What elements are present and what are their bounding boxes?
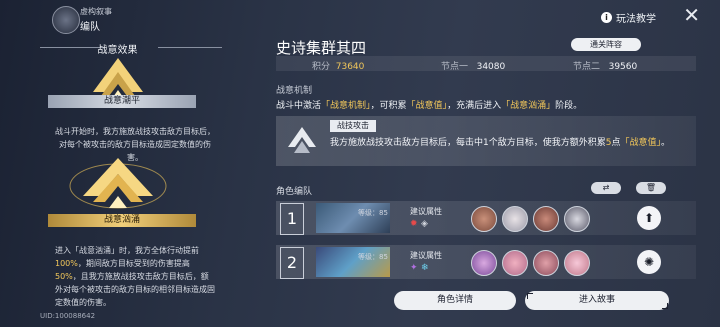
fire-element-icon: ✹ [410, 219, 418, 229]
page-title: 编队 [80, 22, 100, 33]
recommended-team-button[interactable]: 通关阵容 [571, 38, 641, 51]
close-icon[interactable]: ✕ [683, 5, 700, 25]
mechanic-text: 战斗中激活「战意机制」，可积累「战意值」，充满后进入「战意汹涌」阶段。 [276, 101, 583, 111]
enter-story-label: 进入故事 [578, 295, 615, 305]
state-surge-bar: 战意汹涌 [48, 214, 196, 227]
enter-story-button[interactable]: 进入故事 [525, 291, 669, 310]
help-label: 玩法教学 [616, 14, 656, 25]
character-avatar[interactable] [502, 206, 528, 232]
character-avatar[interactable] [564, 250, 590, 276]
team-level: 等级：85 [358, 209, 388, 217]
character-avatar[interactable] [502, 250, 528, 276]
erudition-path-icon: ✺ [637, 250, 661, 274]
destruction-path-icon: ⬆ [637, 206, 661, 230]
swap-icon: ⇄ [602, 183, 610, 192]
skill-bird-icon [288, 127, 316, 153]
corner-mark [662, 303, 668, 309]
skill-description: 我方施放战技攻击敌方目标后，每击中1个敌方目标，使我方额外积累5点「战意值」。 [330, 138, 671, 148]
corner-mark [527, 293, 533, 299]
score-total: 积分 73640 [312, 62, 365, 72]
team-number: 2 [280, 247, 304, 279]
ice-element-icon: ❄ [421, 263, 429, 273]
skill-tag: 战技攻击 [330, 120, 376, 132]
character-avatar[interactable] [533, 250, 559, 276]
character-avatar[interactable] [471, 250, 497, 276]
score-node2: 节点二 39560 [573, 62, 638, 72]
lightning-element-icon: ✦ [410, 263, 418, 273]
character-avatar[interactable] [564, 206, 590, 232]
info-icon: i [601, 12, 612, 23]
team-level: 等级：85 [358, 253, 388, 261]
score-node1: 节点一 34080 [441, 62, 506, 72]
mode-subtitle: 虚构叙事 [80, 7, 112, 16]
stage-title: 史诗集群其四 [276, 39, 367, 57]
clear-team-button[interactable]: 🗑 [636, 182, 666, 194]
physical-element-icon: ◈ [421, 219, 428, 229]
surge-description: 进入「战意汹涌」时，我方全体行动提前100%，期间敌方目标受到的伤害提高50%，… [55, 246, 215, 307]
trash-icon: 🗑 [645, 183, 657, 192]
character-avatar[interactable] [471, 206, 497, 232]
state-calm-bar: 战意潮平 [48, 95, 196, 108]
user-id: UID:100088642 [40, 312, 96, 320]
character-avatar[interactable] [533, 206, 559, 232]
character-details-button[interactable]: 角色详情 [394, 291, 516, 310]
suggested-attr-label: 建议属性 [410, 251, 442, 260]
suggested-attr-label: 建议属性 [410, 207, 442, 216]
team-number: 1 [280, 203, 304, 235]
team-label: 角色编队 [276, 187, 313, 197]
mechanic-title: 战意机制 [276, 86, 313, 96]
surge-bird-emblem-icon [69, 158, 167, 209]
swap-team-button[interactable]: ⇄ [591, 182, 621, 194]
mode-emblem-icon [52, 6, 80, 34]
help-button[interactable]: i 玩法教学 [601, 10, 656, 25]
